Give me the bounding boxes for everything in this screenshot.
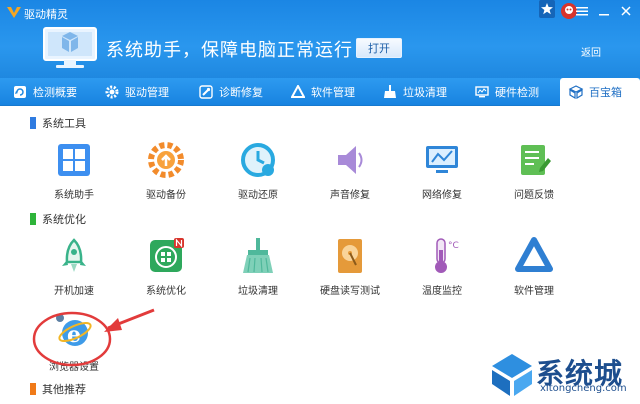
backup-gear-icon (148, 142, 184, 178)
section-title: 系统工具 (42, 117, 86, 130)
tool-system-assistant[interactable]: 系统助手 (28, 140, 118, 204)
section-system-optimize: 系统优化 (30, 211, 86, 227)
tab-label: 百宝箱 (589, 86, 622, 99)
triangle-icon (290, 84, 306, 100)
wrench-icon (198, 84, 214, 100)
broom-icon (243, 238, 273, 273)
tool-disk-rw-test[interactable]: 硬盘读写测试 (304, 236, 394, 300)
tab-bar: 检测概要 驱动管理 诊断修复 软件管理 垃圾清理 硬件检测 百宝箱 (0, 78, 640, 106)
tool-network-repair[interactable]: 网络修复 (396, 140, 486, 204)
feedback-note-icon (521, 145, 551, 175)
tab-hardware-check[interactable]: 硬件检测 (474, 78, 554, 106)
section-system-tools: 系统工具 (30, 115, 86, 131)
hard-disk-icon (338, 239, 362, 273)
watermark-logo-icon (492, 354, 532, 396)
tool-software-manage[interactable]: 软件管理 (488, 236, 578, 300)
star-badge-icon[interactable] (538, 0, 556, 20)
section-title: 其他推荐 (42, 383, 86, 396)
section-marker (30, 117, 36, 129)
tool-label: 驱动备份 (146, 190, 186, 201)
tool-boot-accelerate[interactable]: 开机加速 (28, 236, 118, 300)
tool-label: 垃圾清理 (238, 286, 278, 297)
tab-diagnose-repair[interactable]: 诊断修复 (198, 78, 278, 106)
windows-logo-icon (58, 144, 90, 176)
tool-temp-monitor[interactable]: °C 温度监控 (396, 236, 486, 300)
software-triangle-icon (515, 237, 553, 272)
minimize-icon[interactable] (594, 2, 614, 20)
tool-driver-restore[interactable]: 驱动还原 (212, 140, 302, 204)
tab-label: 垃圾清理 (403, 86, 447, 99)
app-logo-icon (7, 7, 21, 18)
tool-label: 系统助手 (54, 190, 94, 201)
tab-label: 诊断修复 (219, 86, 263, 99)
back-link[interactable]: 返回 (581, 44, 601, 59)
hero-slogan: 系统助手，保障电脑正常运行 (106, 40, 353, 61)
tool-label: 声音修复 (330, 190, 370, 201)
tool-label: 开机加速 (54, 286, 94, 297)
rocket-icon (62, 238, 86, 272)
title-bar: 驱动精灵 (0, 0, 640, 26)
header: 驱动精灵 系统助手，保障电脑正常运行 打开 返回 (0, 0, 640, 78)
watermark-url: xitongcheng.com (540, 383, 627, 394)
broom-icon (382, 84, 398, 100)
tool-feedback[interactable]: 问题反馈 (488, 140, 578, 204)
app-window: 驱动精灵 系统助手，保障电脑正常运行 打开 返回 检测概要 驱动管理 诊断修复 … (0, 0, 640, 404)
tab-label: 软件管理 (311, 86, 355, 99)
tab-overview[interactable]: 检测概要 (12, 78, 92, 106)
tool-label: 系统优化 (146, 286, 186, 297)
close-icon[interactable] (616, 2, 636, 20)
tool-junk-clean[interactable]: 垃圾清理 (212, 236, 302, 300)
app-title: 驱动精灵 (24, 8, 68, 21)
monitor-tools-icon (43, 27, 97, 68)
box-icon (568, 84, 584, 100)
tab-driver-manage[interactable]: 驱动管理 (104, 78, 184, 106)
svg-text:°C: °C (448, 241, 459, 251)
tab-toolbox[interactable]: 百宝箱 (560, 78, 640, 106)
section-title: 系统优化 (42, 213, 86, 226)
monitor-icon (474, 84, 490, 100)
optimize-badge-icon (150, 238, 184, 272)
tool-label: 驱动还原 (238, 190, 278, 201)
tab-software-manage[interactable]: 软件管理 (290, 78, 370, 106)
tool-label: 温度监控 (422, 286, 462, 297)
tool-label: 软件管理 (514, 286, 554, 297)
window-controls (572, 2, 636, 20)
highlight-annotation (32, 308, 155, 367)
section-marker (30, 213, 36, 225)
tab-label: 驱动管理 (125, 86, 169, 99)
refresh-icon (12, 84, 28, 100)
restore-clock-icon (241, 143, 275, 177)
tab-label: 检测概要 (33, 86, 77, 99)
tool-label: 问题反馈 (514, 190, 554, 201)
tool-label: 网络修复 (422, 190, 462, 201)
thermometer-icon: °C (435, 238, 459, 273)
tool-sound-repair[interactable]: 声音修复 (304, 140, 394, 204)
speaker-icon (338, 146, 363, 174)
tool-label: 硬盘读写测试 (320, 286, 380, 297)
tool-driver-backup[interactable]: 驱动备份 (120, 140, 210, 204)
network-monitor-icon (426, 146, 458, 173)
open-button[interactable]: 打开 (356, 38, 402, 58)
tab-label: 硬件检测 (495, 86, 539, 99)
gear-icon (104, 84, 120, 100)
section-other-recommend: 其他推荐 (30, 381, 86, 397)
tool-system-optimize[interactable]: 系统优化 (120, 236, 210, 300)
menu-icon[interactable] (572, 2, 592, 20)
tab-junk-clean[interactable]: 垃圾清理 (382, 78, 462, 106)
section-marker (30, 383, 36, 395)
